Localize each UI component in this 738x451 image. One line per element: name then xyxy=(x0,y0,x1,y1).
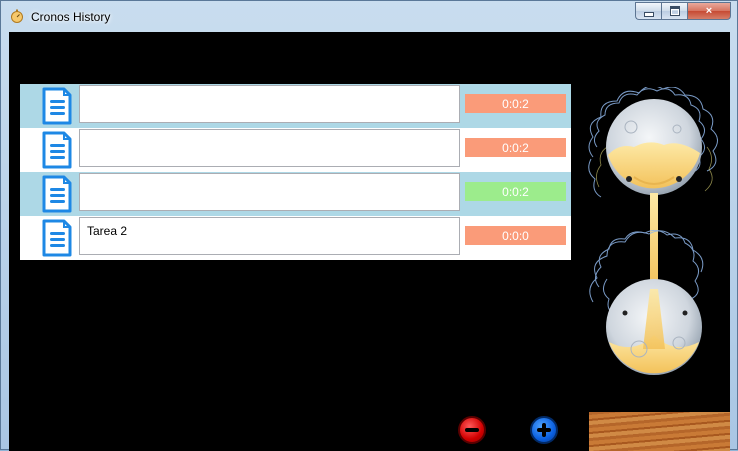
task-timer[interactable]: 0:0:2 xyxy=(465,182,566,201)
window-title: Cronos History xyxy=(31,10,111,24)
hourglass-illustration xyxy=(588,87,718,375)
close-button[interactable]: × xyxy=(687,2,731,20)
note-icon[interactable] xyxy=(40,175,74,213)
task-timer[interactable]: 0:0:2 xyxy=(465,138,566,157)
maximize-icon xyxy=(662,3,687,19)
task-list: 0:0:2 0:0:2 0:0:2 Tarea 2 0:0:0 xyxy=(20,84,571,261)
client-area: 0:0:2 0:0:2 0:0:2 Tarea 2 0:0:0 xyxy=(9,32,730,451)
minimize-button[interactable] xyxy=(635,2,661,20)
task-name-input[interactable] xyxy=(79,173,460,211)
wood-base xyxy=(589,412,730,451)
note-icon[interactable] xyxy=(40,219,74,257)
close-icon: × xyxy=(705,5,713,17)
app-window: Cronos History × 0:0:2 0:0:2 0:0:2 Tarea… xyxy=(0,0,738,451)
task-row: Tarea 2 0:0:0 xyxy=(20,216,571,260)
minimize-icon xyxy=(636,3,661,19)
task-name-input[interactable]: Tarea 2 xyxy=(79,217,460,255)
note-icon[interactable] xyxy=(40,87,74,125)
task-timer[interactable]: 0:0:2 xyxy=(465,94,566,113)
maximize-button[interactable] xyxy=(661,2,687,20)
note-icon[interactable] xyxy=(40,131,74,169)
caption-buttons: × xyxy=(635,2,731,22)
remove-task-button[interactable] xyxy=(458,416,486,444)
hourglass-app-icon xyxy=(11,9,23,23)
task-row: 0:0:2 xyxy=(20,128,571,172)
add-task-button[interactable] xyxy=(530,416,558,444)
task-row: 0:0:2 xyxy=(20,172,571,216)
title-bar[interactable]: Cronos History × xyxy=(1,1,737,32)
task-timer[interactable]: 0:0:0 xyxy=(465,226,566,245)
task-name-input[interactable] xyxy=(79,85,460,123)
task-row: 0:0:2 xyxy=(20,84,571,128)
task-name-input[interactable] xyxy=(79,129,460,167)
